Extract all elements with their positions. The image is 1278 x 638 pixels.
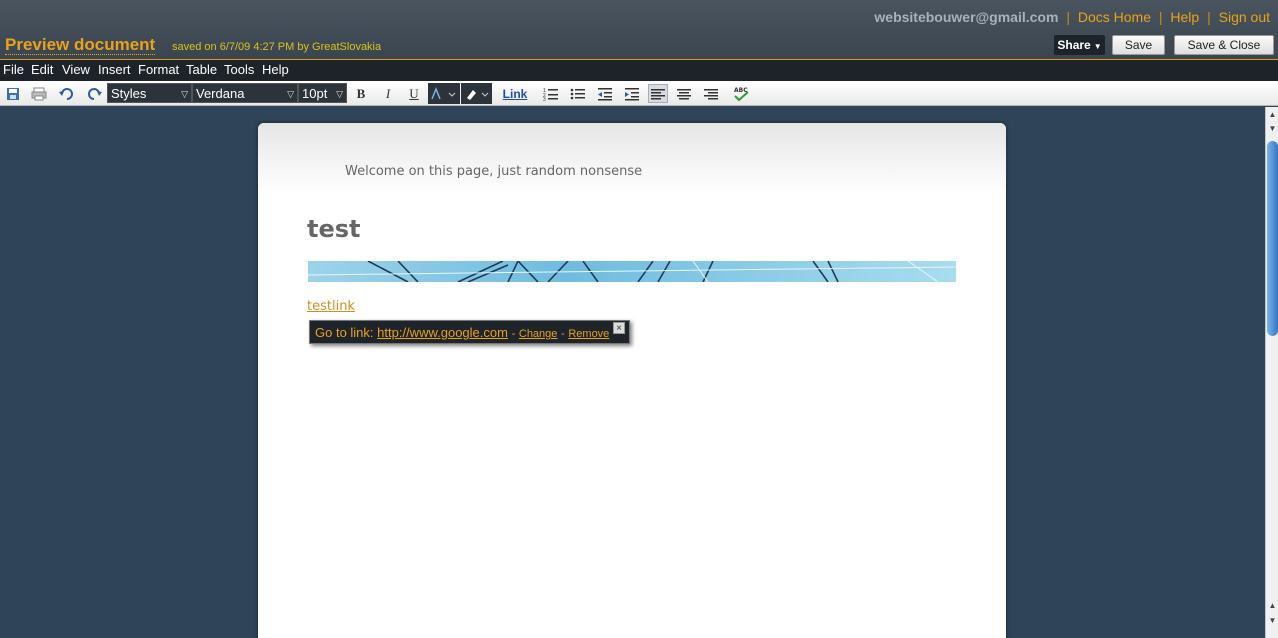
menu-file[interactable]: File [3,62,24,77]
separator: - [561,328,565,340]
font-dropdown[interactable]: Verdana ▽ [192,83,298,103]
menu-view[interactable]: View [62,62,90,77]
account-email: websitebouwer@gmail.com [874,9,1059,25]
go-to-link-label: Go to link: [315,325,374,340]
align-left-icon[interactable] [648,84,668,103]
save-status: saved on 6/7/09 4:27 PM by GreatSlovakia [172,41,382,53]
separator: | [1158,9,1163,25]
align-center-icon[interactable] [675,84,693,103]
bold-button[interactable]: B [353,84,369,103]
document-link[interactable]: testlink [307,299,355,314]
vertical-scrollbar[interactable]: ▲ ▼ ▲ ▼ [1265,107,1278,638]
separator: | [1207,9,1211,25]
chevron-down-icon: ▽ [336,89,343,99]
scrollbar-thumb[interactable] [1267,141,1278,336]
share-label: Share [1057,38,1091,52]
font-size-value: 10pt [302,86,328,101]
help-link[interactable]: Help [1170,9,1199,25]
text-color-button[interactable] [428,83,460,104]
underline-button[interactable]: U [406,84,422,103]
style-dropdown[interactable]: Styles ▽ [107,83,192,103]
font-value: Verdana [196,86,245,101]
chevron-down-icon: ▼ [1093,42,1102,51]
menu-format[interactable]: Format [138,62,179,77]
close-icon[interactable]: × [613,322,625,334]
document-page[interactable]: Welcome on this page, just random nonsen… [258,123,1006,638]
save-button[interactable]: Save [1112,35,1165,55]
style-value: Styles [111,86,147,101]
link-url[interactable]: http://www.google.com [377,325,508,340]
decrease-indent-icon[interactable] [596,84,614,103]
align-right-icon[interactable] [702,84,720,103]
link-bubble: Go to link: http://www.google.com - Chan… [309,320,630,344]
banner-graphic [308,261,956,282]
account-links: websitebouwer@gmail.com | Docs Home | He… [874,9,1270,25]
insert-link-button[interactable]: Link [500,84,530,103]
scroll-up-icon[interactable]: ▲ [1267,600,1278,612]
menu-insert[interactable]: Insert [98,62,131,77]
scroll-up-icon[interactable]: ▲ [1267,109,1278,121]
formatting-toolbar: Styles ▽ Verdana ▽ 10pt ▽ B I U Link 123 AB… [0,81,1278,106]
chevron-down-icon: ▽ [287,89,294,99]
undo-icon[interactable] [58,84,76,103]
menu-table[interactable]: Table [186,62,217,77]
numbered-list-icon[interactable]: 123 [542,84,560,103]
chevron-down-icon: ▽ [181,89,188,99]
banner-image [308,261,956,282]
save-and-close-button[interactable]: Save & Close [1174,35,1274,55]
scroll-down-icon[interactable]: ▼ [1267,615,1278,627]
increase-indent-icon[interactable] [623,84,641,103]
link-bubble-row: Go to link: http://www.google.com - Chan… [315,325,609,340]
separator: - [511,328,516,340]
save-icon[interactable] [5,84,21,103]
print-icon[interactable] [31,84,47,103]
svg-text:3: 3 [543,97,546,101]
change-link-button[interactable]: Change [519,328,558,340]
menu-help[interactable]: Help [262,62,289,77]
top-header: websitebouwer@gmail.com | Docs Home | He… [0,0,1278,60]
page-heading: test [307,215,361,243]
welcome-text: Welcome on this page, just random nonsen… [345,164,643,179]
menu-bar: File Edit View Insert Format Table Tools… [0,60,1278,81]
remove-link-button[interactable]: Remove [568,328,609,340]
highlight-color-button[interactable] [461,83,492,104]
italic-button[interactable]: I [380,84,396,103]
share-button[interactable]: Share ▼ [1054,35,1105,55]
document-title[interactable]: Preview document [5,36,156,55]
page-header-band [258,123,1006,193]
bulleted-list-icon[interactable] [569,84,587,103]
separator: | [1066,9,1070,25]
font-size-dropdown[interactable]: 10pt ▽ [298,83,347,103]
spell-check-icon[interactable]: ABC [731,84,751,103]
redo-icon[interactable] [85,84,103,103]
menu-tools[interactable]: Tools [224,62,254,77]
menu-edit[interactable]: Edit [31,62,53,77]
scroll-down-icon[interactable]: ▼ [1267,123,1278,135]
docs-home-link[interactable]: Docs Home [1078,9,1151,25]
sign-out-link[interactable]: Sign out [1219,9,1270,25]
